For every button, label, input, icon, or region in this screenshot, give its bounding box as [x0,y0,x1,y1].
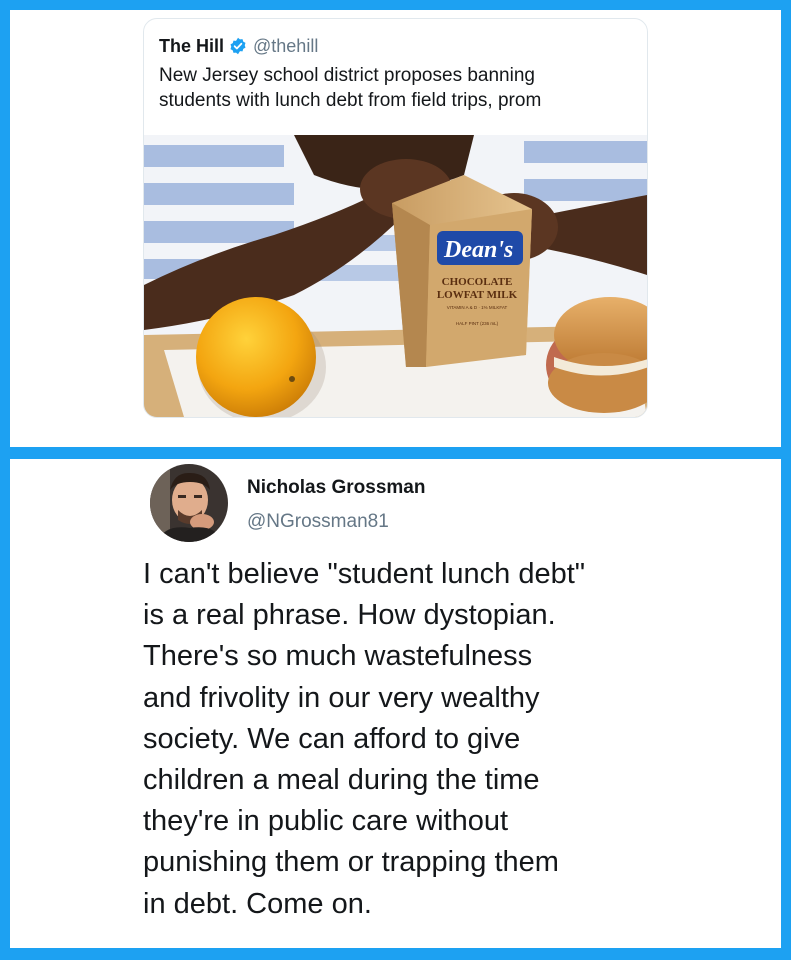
tweet-text-line: they're in public care without [143,805,509,838]
svg-text:CHOCOLATE: CHOCOLATE [442,276,513,288]
top-panel: The Hill @thehill New Jersey school dist… [10,10,781,447]
tweet-text-line: I can't believe "student lunch debt" [143,558,586,590]
embedded-tweet-card[interactable]: The Hill @thehill New Jersey school dist… [143,18,648,418]
tweet-text-line: and frivolity in our very wealthy [143,681,540,714]
headline[interactable]: New Jersey school district proposes bann… [159,63,632,113]
verified-badge-icon [229,37,247,55]
bottom-panel: Nicholas Grossman @NGrossman81 I can't b… [10,459,781,948]
svg-text:Dean's: Dean's [443,237,513,263]
tweet-text-line: There's so much wastefulness [143,640,533,673]
author-name[interactable]: Nicholas Grossman [247,477,425,499]
card-header: The Hill @thehill New Jersey school dist… [159,33,632,113]
tweet-text-line: in debt. Come on. [143,887,372,920]
source-handle[interactable]: @thehill [253,36,318,57]
svg-text:HALF PINT (236 mL): HALF PINT (236 mL) [456,321,499,326]
tweet-text-line: punishing them or trapping them [143,846,559,879]
tweet-text-line: society. We can afford to give [143,722,521,755]
article-photo[interactable]: Dean's CHOCOLATE LOWFAT MILK VITAMIN A &… [144,135,647,417]
tweet-text-line: is a real phrase. How dystopian. [143,599,556,632]
avatar[interactable] [150,464,228,542]
source-name[interactable]: The Hill [159,36,224,57]
tweet-text: I can't believe "student lunch debt" is … [143,554,703,925]
svg-text:LOWFAT MILK: LOWFAT MILK [437,289,518,301]
headline-line: New Jersey school district proposes bann… [159,65,535,86]
milk-carton: Dean's CHOCOLATE LOWFAT MILK VITAMIN A &… [392,175,532,367]
svg-text:VITAMIN A & D · 1% MILKFAT: VITAMIN A & D · 1% MILKFAT [447,305,508,310]
tweet-text-line: children a meal during the time [143,764,540,797]
source-row: The Hill @thehill [159,33,632,59]
headline-line: students with lunch debt from field trip… [159,90,542,111]
author-handle[interactable]: @NGrossman81 [247,511,389,533]
